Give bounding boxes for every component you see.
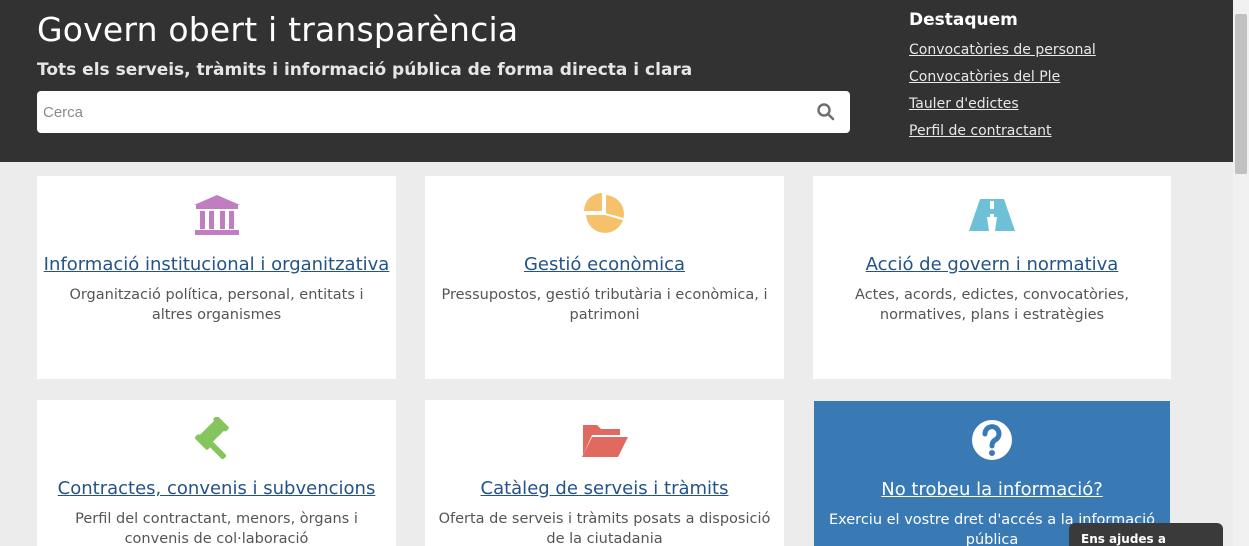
card-description: Organització política, personal, entitat…: [69, 287, 364, 323]
card-title: Informació institucional i organitzativa: [43, 254, 390, 275]
search-box: [37, 91, 850, 133]
card-description: Actes, acords, edictes, convocatòries, n…: [855, 287, 1129, 323]
card-description: Pressupostos, gestió tributària i econòm…: [441, 287, 768, 323]
page-title: Govern obert i transparència: [37, 10, 519, 49]
card-institutional[interactable]: Informació institucional i organitzativa…: [37, 176, 396, 379]
pie-chart-icon: [583, 193, 624, 233]
featured-link-contractant[interactable]: Perfil de contractant: [909, 123, 1052, 139]
card-economic[interactable]: Gestió econòmica Pressupostos, gestió tr…: [425, 176, 784, 379]
featured-link-ple[interactable]: Convocatòries del Ple: [909, 69, 1060, 85]
gavel-icon: [194, 417, 229, 460]
featured-title: Destaquem: [909, 10, 1018, 30]
road-icon: [969, 199, 1015, 231]
card-government[interactable]: Acció de govern i normativa Actes, acord…: [813, 176, 1171, 379]
search-icon[interactable]: [816, 102, 836, 122]
card-description: Oferta de serveis i tràmits posats a dis…: [438, 511, 771, 546]
card-services[interactable]: Catàleg de serveis i tràmits Oferta de s…: [425, 400, 784, 546]
card-description: Perfil del contractant, menors, òrgans i…: [75, 511, 358, 546]
scrollbar-thumb[interactable]: [1235, 14, 1247, 174]
card-title: Contractes, convenis i subvencions: [57, 478, 376, 499]
search-input[interactable]: [43, 91, 803, 133]
card-title: Gestió econòmica: [523, 254, 686, 275]
card-title: Catàleg de serveis i tràmits: [480, 478, 729, 499]
institution-icon: [193, 195, 240, 235]
header: Govern obert i transparència Tots els se…: [0, 0, 1233, 162]
page-subtitle: Tots els serveis, tràmits i informació p…: [37, 60, 693, 80]
featured-link-edictes[interactable]: Tauler d'edictes: [909, 96, 1019, 112]
card-title: Acció de govern i normativa: [865, 254, 1119, 275]
feedback-button[interactable]: Ens ajudes a millorar?: [1069, 523, 1223, 546]
folder-open-icon: [581, 425, 628, 457]
question-icon: [972, 420, 1012, 460]
card-title: No trobeu la informació?: [881, 479, 1103, 500]
featured-link-personal[interactable]: Convocatòries de personal: [909, 42, 1096, 58]
card-contracts[interactable]: Contractes, convenis i subvencions Perfi…: [37, 400, 396, 546]
